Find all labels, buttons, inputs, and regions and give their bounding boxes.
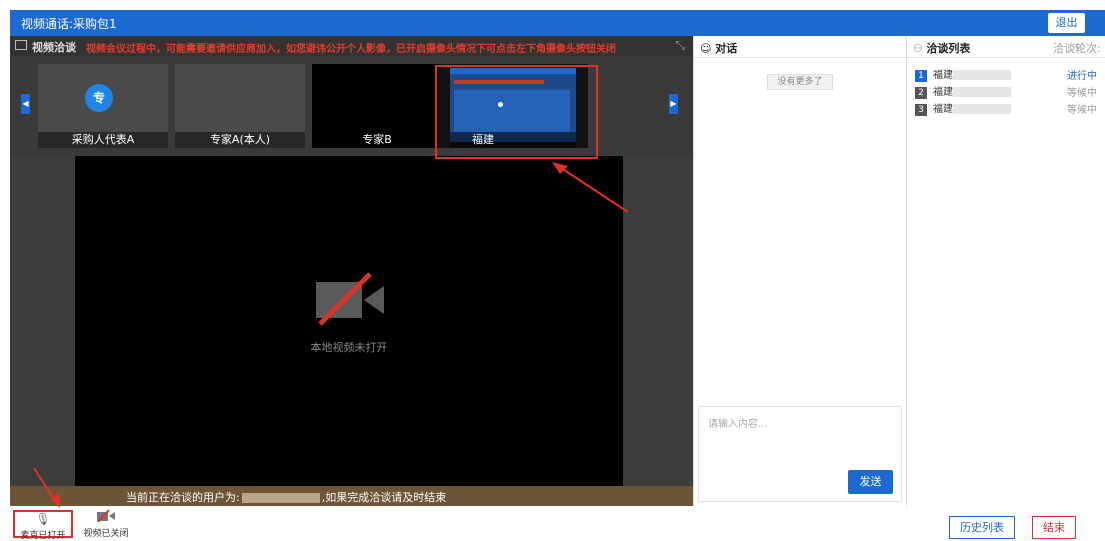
status-prefix: 当前正在洽谈的用户为: [126, 491, 240, 504]
title-bar: 视频通话:采购包1 退出 [10, 10, 1105, 36]
no-more-button[interactable]: 没有更多了 [767, 74, 833, 90]
camera-icon [15, 40, 27, 50]
blurred-name [953, 104, 1011, 114]
next-arrow-icon[interactable]: ▶ [669, 94, 678, 114]
video-header-label: 视频洽谈 [32, 41, 76, 54]
participant-tile[interactable]: 专 采购人代表A [38, 64, 168, 148]
participant-name: 专家A(本人) [175, 132, 305, 148]
end-button[interactable]: 结束 [1032, 516, 1076, 539]
item-number: 2 [915, 87, 927, 99]
main-video-view: 本地视频未打开 [75, 156, 623, 486]
item-status: 等候中 [1067, 105, 1097, 116]
fullscreen-icon[interactable]: ⤡ [675, 38, 685, 53]
exit-button[interactable]: 退出 [1048, 13, 1085, 33]
item-name: 福建 [933, 104, 953, 115]
list-item[interactable]: 1 福建 进行中 [915, 66, 1105, 82]
participant-tile[interactable]: 专家A(本人) [175, 64, 305, 148]
window-title: 视频通话:采购包1 [21, 17, 117, 31]
annotation-arrow-icon [552, 162, 629, 213]
list-item[interactable]: 2 福建 等候中 [915, 83, 1105, 99]
chat-panel: ☺ 对话 没有更多了 请输入内容... 发送 [693, 36, 907, 506]
history-list-button[interactable]: 历史列表 [949, 516, 1015, 539]
send-button[interactable]: 发送 [848, 470, 893, 494]
round-label: 洽谈轮次: [1053, 42, 1101, 55]
video-notice: 视频会议过程中，可能需要邀请供应商加入，如您避讳公开个人影像，已开启摄像头情况下… [86, 44, 616, 55]
participant-name: 采购人代表A [38, 132, 168, 148]
negotiation-status-bar: 当前正在洽谈的用户为: ,如果完成洽谈请及时结束 [10, 486, 693, 506]
item-name: 福建 [933, 87, 953, 98]
participant-name: 专家B [312, 132, 442, 148]
list-title: 洽谈列表 [926, 42, 971, 55]
highlight-box [435, 65, 598, 159]
local-video-off-text: 本地视频未打开 [310, 341, 388, 354]
prev-arrow-icon[interactable]: ◀ [21, 94, 30, 114]
video-header: 视频洽谈 视频会议过程中，可能需要邀请供应商加入，如您避讳公开个人影像，已开启摄… [10, 36, 693, 56]
microphone-icon: 🎙 [35, 512, 51, 526]
status-suffix: ,如果完成洽谈请及时结束 [321, 491, 447, 504]
chat-header: ☺ 对话 [694, 36, 906, 58]
people-icon: ⚇ [913, 42, 927, 55]
item-status: 进行中 [1067, 71, 1097, 82]
camera-toggle-button[interactable]: 视频已关闭 [76, 509, 136, 539]
blurred-user [241, 493, 320, 503]
video-off-icon [316, 272, 384, 326]
item-status: 等候中 [1067, 88, 1097, 99]
item-number: 1 [915, 70, 927, 82]
annotation-arrow-icon [33, 467, 60, 508]
blurred-name [953, 70, 1011, 80]
chat-title: 对话 [715, 42, 738, 55]
participant-tile[interactable]: 专家B [312, 64, 442, 148]
chat-input-placeholder: 请输入内容... [708, 419, 768, 430]
list-item[interactable]: 3 福建 等候中 [915, 100, 1105, 116]
negotiation-list: ⚇ 洽谈列表 洽谈轮次: 1 福建 进行中 2 福建 等候中 3 福建 等候中 [907, 36, 1105, 506]
chat-icon: ☺ [700, 42, 716, 55]
camera-label: 视频已关闭 [83, 529, 129, 539]
mic-label: 麦克已打开 [20, 531, 66, 541]
blurred-name [953, 87, 1011, 97]
item-number: 3 [915, 104, 927, 116]
mic-toggle-button[interactable]: 🎙 麦克已打开 [13, 510, 73, 541]
camera-off-icon [76, 509, 136, 526]
bottom-toolbar: 🎙 麦克已打开 视频已关闭 历史列表 结束 [0, 506, 1105, 541]
avatar: 专 [85, 84, 113, 112]
item-name: 福建 [933, 70, 953, 81]
list-header: ⚇ 洽谈列表 洽谈轮次: [907, 36, 1105, 58]
